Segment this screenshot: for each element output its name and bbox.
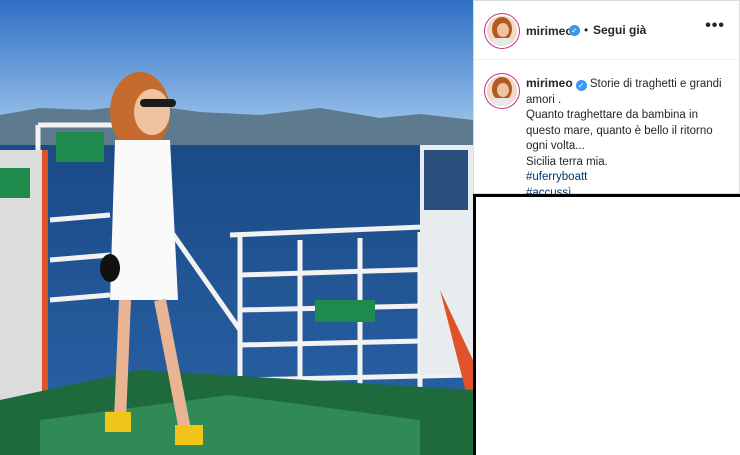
- verified-icon: ✓: [569, 25, 580, 36]
- separator-dot: •: [584, 23, 589, 37]
- post-header: mirimeo ✓ • Segui già •••: [474, 1, 739, 60]
- caption-line: Quanto traghettare da bambina in: [526, 109, 698, 121]
- username[interactable]: mirimeo: [526, 24, 573, 38]
- post-side-panel: mirimeo ✓ • Segui già ••• mirimeo ✓ Stori…: [473, 0, 740, 199]
- caption-line: amori .: [526, 93, 562, 106]
- caption-line: ogni volta...: [526, 140, 585, 152]
- follow-status-button[interactable]: Segui già: [593, 23, 646, 37]
- caption-username[interactable]: mirimeo: [526, 76, 573, 90]
- caption-first-line: mirimeo ✓ Storie di traghetti e grandi: [526, 76, 726, 93]
- hashtag-link[interactable]: #uferryboatt: [526, 170, 726, 186]
- caption-line: Sicilia terra mia.: [526, 155, 608, 168]
- blank-area: [473, 194, 740, 455]
- caption-line: Storie di traghetti e grandi: [589, 78, 722, 90]
- avatar-image: [487, 16, 517, 46]
- post-photo[interactable]: [0, 0, 473, 455]
- ferry-photo-illustration: [0, 0, 473, 455]
- caption: mirimeo ✓ Storie di traghetti e grandi am…: [526, 76, 726, 201]
- avatar-image: [487, 76, 517, 106]
- avatar[interactable]: [487, 16, 517, 46]
- more-options-icon[interactable]: •••: [705, 17, 725, 35]
- caption-avatar[interactable]: [487, 76, 517, 106]
- verified-icon: ✓: [575, 80, 587, 91]
- caption-line: questo mare, quanto è bello il ritorno: [526, 124, 713, 137]
